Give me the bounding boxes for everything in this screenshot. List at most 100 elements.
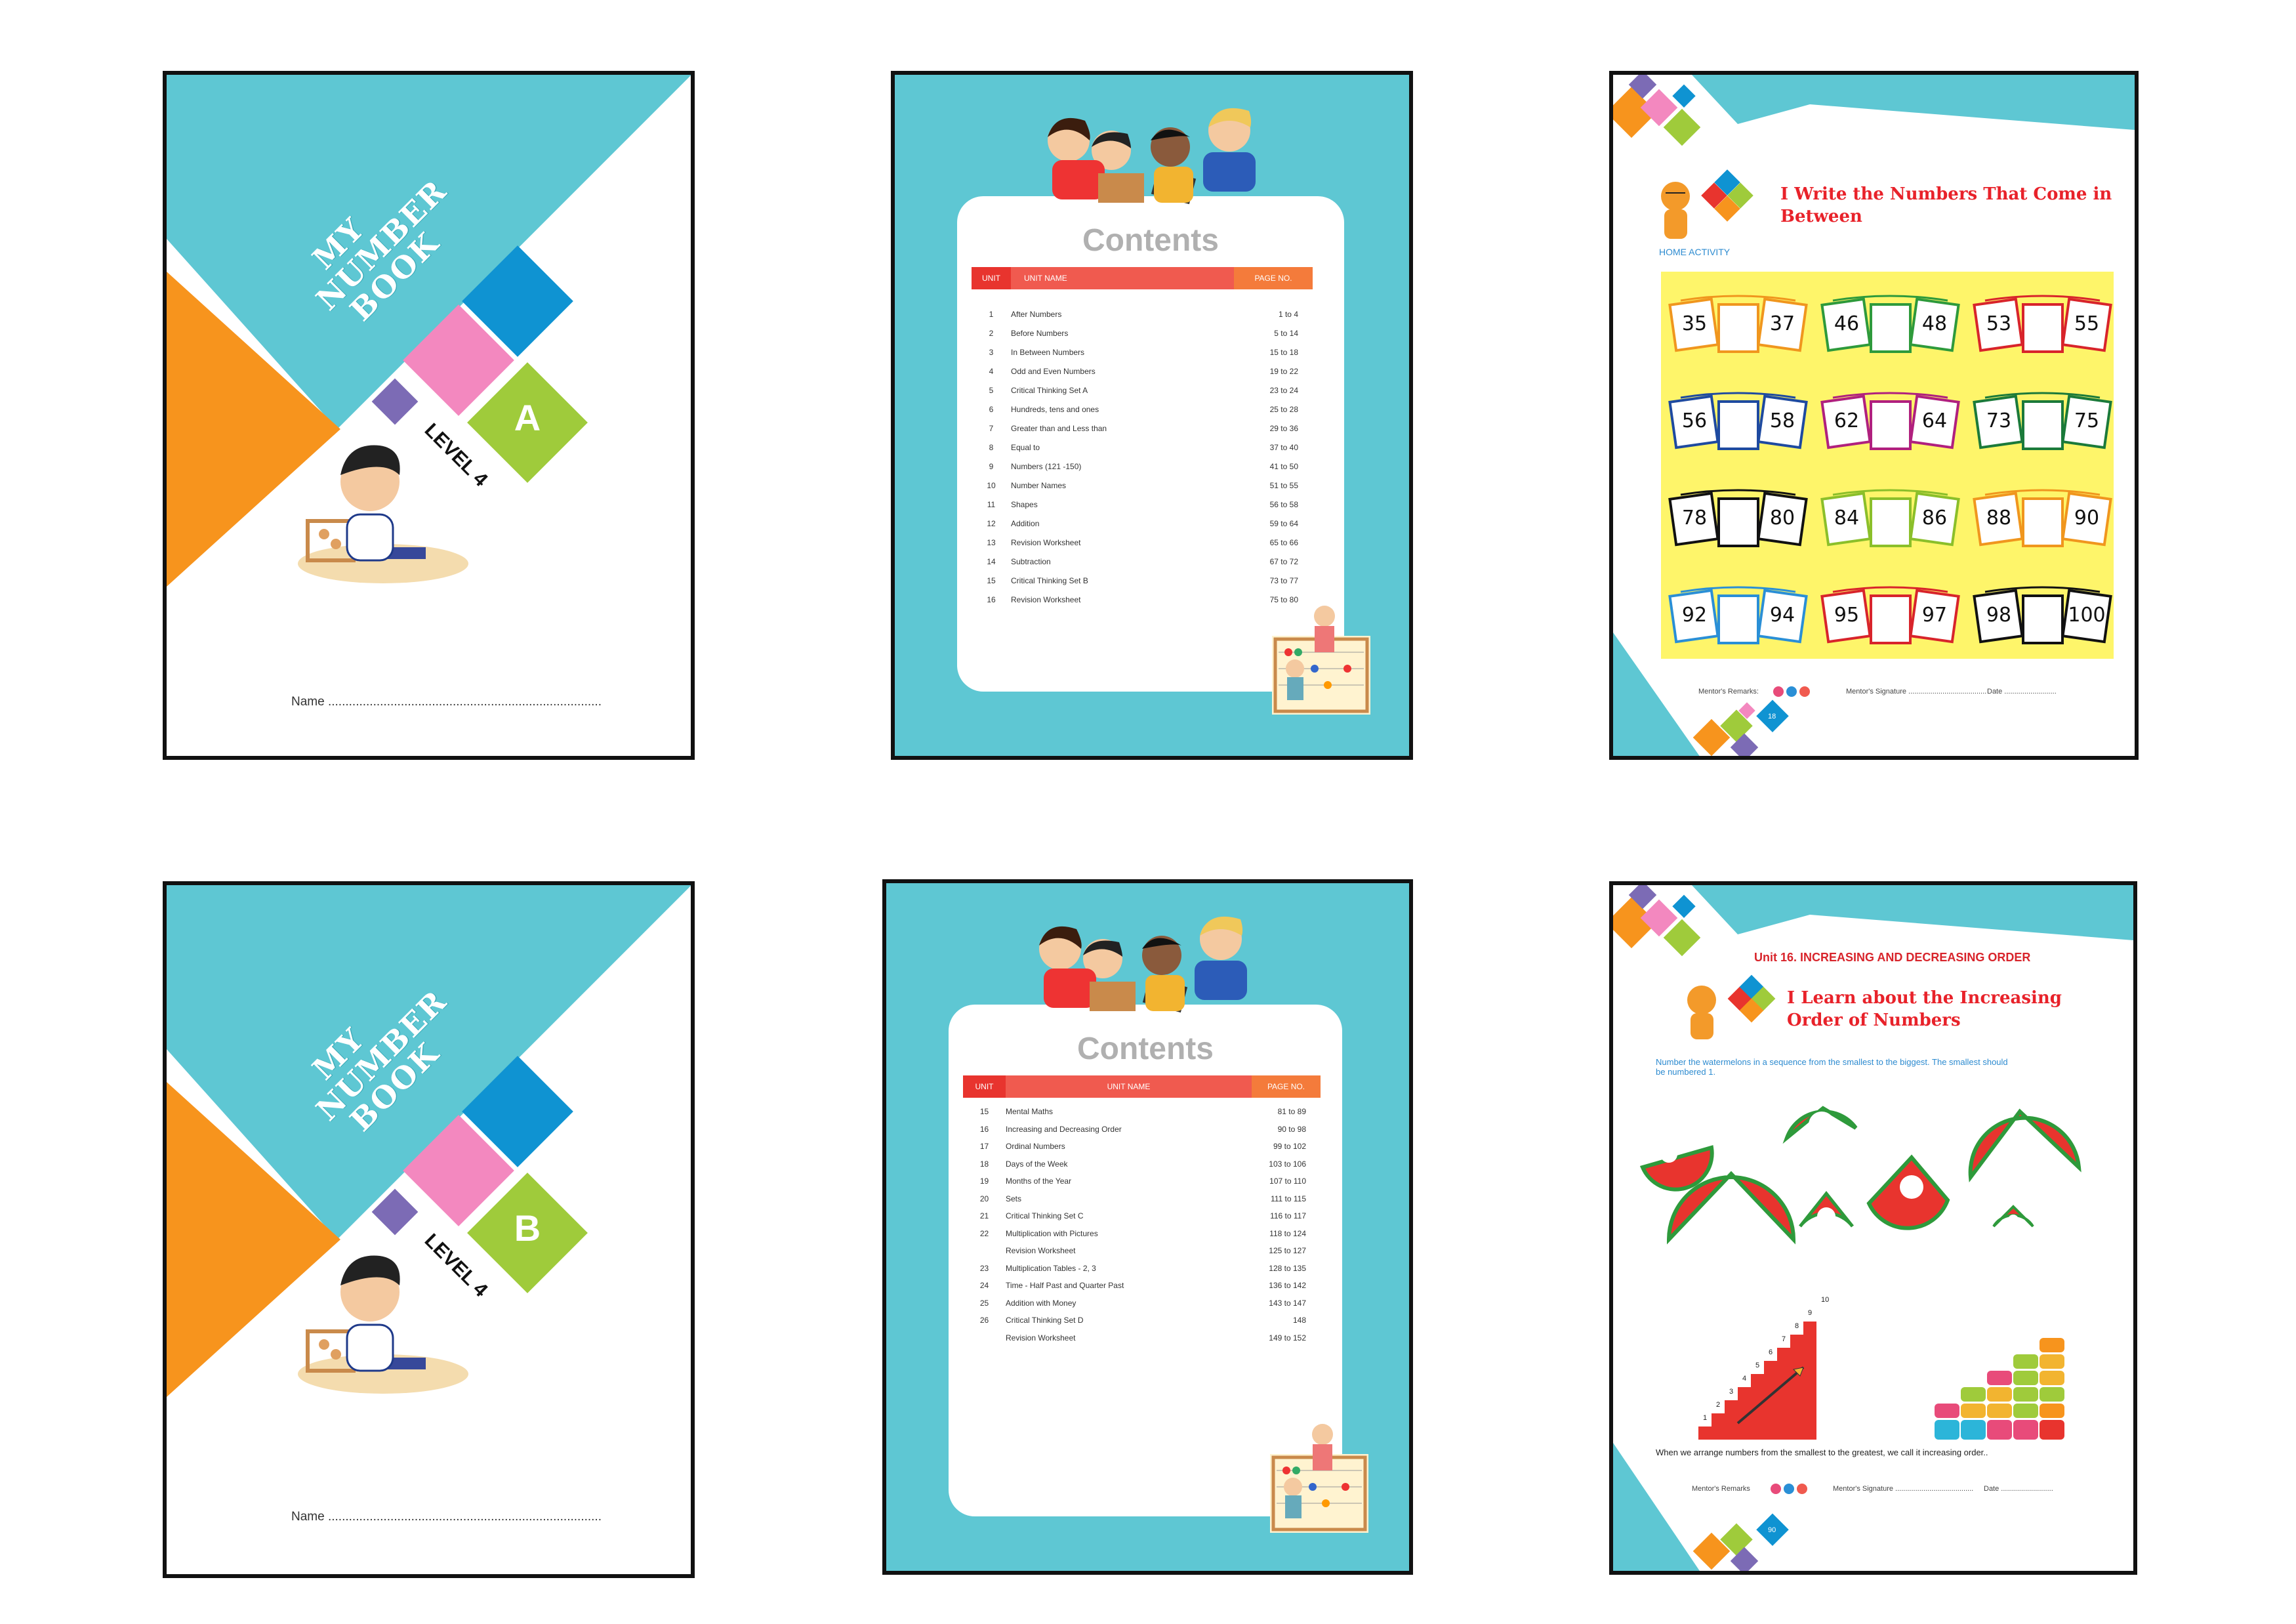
answer-blank[interactable] — [1720, 500, 1757, 545]
title-line: Order of Numbers — [1787, 1010, 1961, 1030]
tiger-mascot — [1687, 974, 1776, 1039]
staircase-illustration — [1698, 1322, 1816, 1440]
number-before: 95 — [1834, 604, 1860, 627]
step-label: 4 — [1742, 1375, 1747, 1383]
number-pair: 73 75 — [1972, 390, 2113, 455]
number-before: 73 — [1986, 409, 2012, 432]
number-after: 94 — [1769, 604, 1795, 627]
instruction-line: be numbered 1. — [1656, 1067, 1716, 1077]
mentor-signature-label: Mentor's Signature .....................… — [1846, 688, 1987, 696]
number-after: 75 — [2074, 409, 2100, 432]
number-pair: 95 97 — [1820, 584, 1961, 650]
date-label: Date .......................... — [1987, 688, 2057, 696]
number-after: 80 — [1769, 507, 1795, 530]
title-line: I Learn about the Increasing — [1787, 988, 2062, 1008]
cover-page-a: MY NUMBER BOOK LEVEL 4 A Name ..........… — [163, 71, 695, 760]
number-before: 98 — [1986, 604, 2012, 627]
title-line: Between — [1780, 207, 1862, 226]
number-after: 64 — [1921, 409, 1948, 432]
abacus-illustration — [1272, 606, 1370, 715]
boy-illustration — [298, 445, 468, 583]
mentor-signature-label: Mentor's Signature .....................… — [1833, 1485, 1974, 1493]
mentor-remarks-label: Mentor's Remarks — [1692, 1485, 1750, 1493]
date-label: Date .......................... — [1984, 1485, 2053, 1493]
step-label: 10 — [1821, 1296, 1830, 1304]
stacked-blocks-illustration — [1935, 1338, 2064, 1440]
number-before: 88 — [1986, 507, 2012, 530]
step-label: 5 — [1755, 1362, 1760, 1369]
step-label: 6 — [1769, 1348, 1773, 1356]
number-pairs-grid: 35 37 46 48 53 55 56 58 62 64 73 75 78 80 84 86 88 90 92 94… — [1661, 272, 2114, 659]
number-before: 35 — [1681, 312, 1708, 335]
number-after: 37 — [1769, 312, 1795, 335]
number-after: 86 — [1921, 507, 1948, 530]
answer-blank[interactable] — [1872, 597, 1909, 642]
step-label: 1 — [1703, 1414, 1708, 1422]
number-pair: 88 90 — [1972, 487, 2113, 552]
number-after: 58 — [1769, 409, 1795, 432]
worksheet-title: I Learn about the Increasing Order of Nu… — [1787, 987, 2062, 1031]
tiger-mascot — [1661, 169, 1753, 239]
step-label: 8 — [1795, 1322, 1799, 1330]
step-label: 9 — [1808, 1309, 1813, 1317]
step-label: 3 — [1729, 1388, 1734, 1396]
answer-blank[interactable] — [2024, 597, 2061, 642]
level-letter: B — [514, 1207, 541, 1249]
answer-blank[interactable] — [1872, 500, 1909, 545]
answer-blank[interactable] — [1720, 403, 1757, 448]
unit-banner: Unit 16. INCREASING AND DECREASING ORDER — [1754, 951, 2031, 964]
number-before: 84 — [1834, 507, 1860, 530]
name-field-label: Name ...................................… — [291, 695, 602, 709]
number-pair: 53 55 — [1972, 293, 2113, 358]
summary-text: When we arrange numbers from the smalles… — [1656, 1447, 1988, 1457]
worksheet-page-90: Unit 16. INCREASING AND DECREASING ORDER… — [1609, 881, 2137, 1575]
answer-blank[interactable] — [2024, 306, 2061, 350]
contents-page-a: Contents UNIT UNIT NAME PAGE NO. 1 After … — [891, 71, 1413, 760]
page-number: 90 — [1768, 1526, 1776, 1534]
kids-illustration — [1048, 108, 1370, 715]
number-after: 97 — [1921, 604, 1948, 627]
answer-blank[interactable] — [1720, 306, 1757, 350]
number-after: 55 — [2074, 312, 2100, 335]
number-pair: 46 48 — [1820, 293, 1961, 358]
mentor-remark-faces — [1773, 686, 1810, 697]
mentor-remark-faces — [1771, 1484, 1807, 1494]
boy-illustration — [298, 1255, 468, 1394]
number-before: 53 — [1986, 312, 2012, 335]
answer-blank[interactable] — [1872, 403, 1909, 448]
contents-page-b: Contents UNIT UNIT NAME PAGE NO. 15 Menta… — [882, 879, 1413, 1575]
instruction-line: Number the watermelons in a sequence fro… — [1656, 1057, 2008, 1067]
title-line: I Write the Numbers That Come in — [1780, 184, 2112, 204]
cover-page-b: MY NUMBER BOOK LEVEL 4 B Name ..........… — [163, 881, 695, 1578]
number-before: 92 — [1681, 604, 1708, 627]
level-letter: A — [514, 397, 541, 438]
number-before: 46 — [1834, 312, 1860, 335]
number-pair: 84 86 — [1820, 487, 1961, 552]
home-activity-label: HOME ACTIVITY — [1659, 247, 1731, 257]
mentor-remarks-label: Mentor's Remarks: — [1698, 688, 1759, 696]
instruction-text: Number the watermelons in a sequence fro… — [1656, 1057, 2008, 1077]
worksheet-page-18: I Write the Numbers That Come in Between… — [1609, 71, 2139, 760]
step-label: 7 — [1782, 1335, 1786, 1343]
number-pair: 92 94 — [1668, 584, 1809, 650]
answer-blank[interactable] — [1720, 597, 1757, 642]
answer-blank[interactable] — [1872, 306, 1909, 350]
kids-illustration — [1039, 916, 1368, 1533]
worksheet-title: I Write the Numbers That Come in Between — [1780, 183, 2112, 228]
number-after: 48 — [1921, 312, 1948, 335]
number-pair: 78 80 — [1668, 487, 1809, 552]
answer-blank[interactable] — [2024, 500, 2061, 545]
number-pair: 62 64 — [1820, 390, 1961, 455]
number-after: 90 — [2074, 507, 2100, 530]
answer-blank[interactable] — [2024, 403, 2061, 448]
number-after: 100 — [2068, 604, 2106, 627]
number-pair: 98 100 — [1972, 584, 2113, 650]
number-before: 56 — [1681, 409, 1708, 432]
number-pair: 56 58 — [1668, 390, 1809, 455]
name-field-label: Name ...................................… — [291, 1510, 602, 1524]
watermelon-slices — [1639, 1106, 2081, 1245]
number-before: 62 — [1834, 409, 1860, 432]
number-pair: 35 37 — [1668, 293, 1809, 358]
page-number: 18 — [1768, 713, 1776, 720]
step-label: 2 — [1716, 1401, 1721, 1409]
